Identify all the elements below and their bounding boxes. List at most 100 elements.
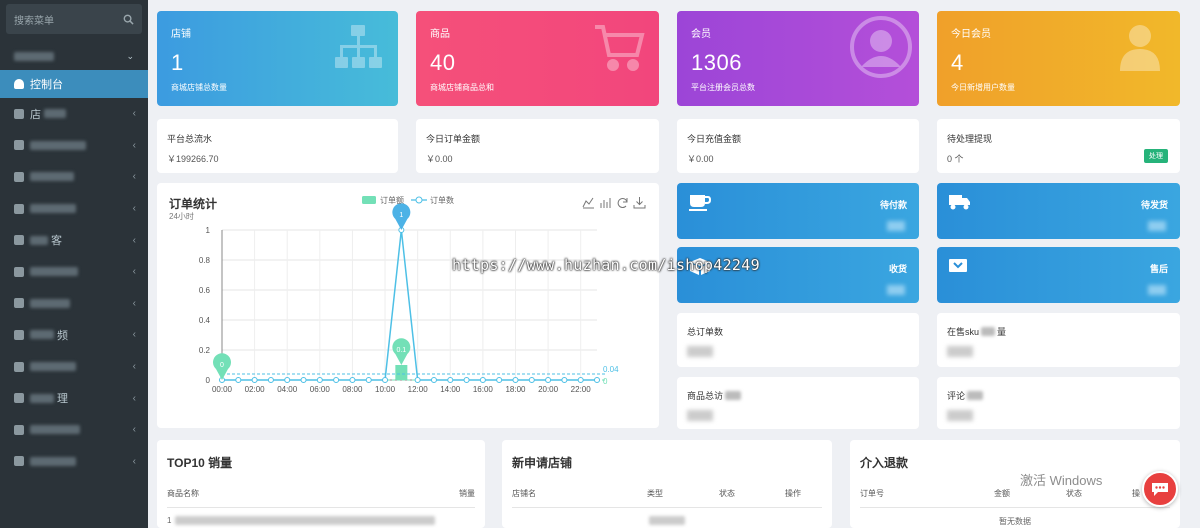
series-point [333, 377, 340, 383]
sidebar-item-6[interactable]: ‹ [0, 288, 148, 320]
sidebar-item-label [30, 140, 133, 150]
label-blurred [30, 298, 70, 308]
chat-button[interactable] [1142, 471, 1178, 507]
series-point [479, 377, 486, 383]
bar-icon[interactable] [600, 198, 611, 208]
table-row[interactable]: 1 [167, 508, 475, 525]
chevron-down-icon: ⌄ [126, 50, 134, 61]
user-icon [1120, 25, 1160, 71]
label-blurred [30, 172, 74, 182]
y-tick-label: 0.2 [199, 346, 211, 355]
label-blurred [30, 204, 76, 214]
sidebar-item-10[interactable]: ‹ [0, 414, 148, 446]
order-chart: 0 0.2 0.4 0.6 0.8 1 00:00 02:00 04:00 06:00 08:00 1… [199, 195, 646, 394]
sidebar-item-label: 店 [30, 106, 133, 122]
sidebar-item-label [30, 267, 133, 277]
sidebar-item-4[interactable]: 客 ‹ [0, 224, 148, 256]
tile-label: 售后 [1149, 264, 1168, 274]
sidebar-item-label [30, 172, 133, 182]
col-header: 商品名称 [167, 489, 199, 498]
process-button[interactable]: 处理 [1144, 149, 1168, 163]
legend-label: 订单数 [430, 195, 454, 205]
shop-icon [14, 108, 24, 119]
user-circle-icon [850, 16, 912, 78]
search-icon[interactable] [123, 14, 134, 25]
info-value: ￥0.00 [426, 154, 453, 164]
sidebar-item-label [30, 204, 133, 214]
chevron-left-icon: ‹ [132, 297, 136, 309]
search-input[interactable]: 搜索菜单 [14, 12, 123, 27]
sidebar-item-0[interactable]: 店 ‹ [0, 98, 148, 130]
series-point [447, 377, 454, 383]
sidebar-item-8[interactable]: ‹ [0, 351, 148, 383]
refresh-icon[interactable] [617, 198, 628, 209]
series-point [594, 377, 600, 383]
stat-desc: 商城店铺总数量 [171, 83, 227, 92]
sidebar-item-3[interactable]: ‹ [0, 193, 148, 225]
chevron-left-icon: ‹ [132, 203, 136, 215]
label-blurred [30, 330, 54, 340]
tile-count-blurred [1148, 285, 1166, 295]
table-title: 新申请店铺 [512, 456, 573, 470]
tile-pending-ship[interactable]: 待发货 [937, 183, 1180, 239]
stat-card-products: 商品 40 商城店铺商品总和 [416, 11, 659, 106]
chevron-left-icon: ‹ [132, 234, 136, 246]
sidebar-item-5[interactable]: ‹ [0, 256, 148, 288]
chevron-left-icon: ‹ [132, 392, 136, 404]
sidebar-item-label: 频 [30, 327, 133, 343]
info-title: 今日充值金额 [687, 134, 742, 144]
series-point [577, 377, 584, 383]
refund-icon [949, 259, 967, 272]
marker-pin: 0.1 [392, 338, 411, 365]
sidebar-item-label: 控制台 [30, 79, 63, 91]
tile-label: 待发货 [1140, 200, 1168, 210]
tile-label: 收货 [888, 264, 907, 274]
sidebar-item-1[interactable]: ‹ [0, 130, 148, 162]
info-value: ￥0.00 [687, 154, 714, 164]
avg-label: 0.04 [603, 365, 619, 374]
sidebar-item-11[interactable]: ‹ [0, 446, 148, 478]
sidebar-item-dashboard[interactable]: 控制台 [0, 70, 148, 98]
label-text: 店 [30, 108, 41, 121]
sidebar-user[interactable]: ⌄ [0, 42, 148, 70]
user-name-blurred [14, 51, 54, 61]
label-blurred [30, 267, 78, 277]
y-tick-label: 0.8 [199, 256, 211, 265]
tile-count-blurred [887, 221, 905, 231]
marker-pin: 1 [392, 203, 411, 230]
sidebar-item-2[interactable]: ‹ [0, 161, 148, 193]
legend-swatch-amount [362, 196, 376, 204]
tag-icon [14, 171, 24, 182]
sidebar-item-9[interactable]: 理 ‹ [0, 382, 148, 414]
count-card-sku: 在售sku 量 [937, 313, 1180, 367]
count-card-total-orders: 总订单数 [677, 313, 919, 367]
sidebar-item-7[interactable]: 频 ‹ [0, 319, 148, 351]
tile-after-sales[interactable]: 售后 [937, 247, 1180, 303]
count-title-blurred [725, 391, 742, 400]
sidebar-search[interactable]: 搜索菜单 [6, 4, 142, 34]
table-new-shops: 新申请店铺 店铺名 类型 状态 操作 [502, 440, 832, 528]
x-tick-label: 10:00 [375, 385, 396, 394]
download-icon[interactable] [633, 197, 646, 209]
x-tick-label: 18:00 [505, 385, 526, 394]
line-icon[interactable] [582, 197, 594, 209]
info-card-today-order-amount: 今日订单金额 ￥0.00 [416, 119, 659, 173]
tile-pending-payment[interactable]: 待付款 [677, 183, 919, 239]
series-point [316, 377, 323, 383]
count-title-text: 评论 [947, 391, 966, 401]
col-header: 金额 [994, 489, 1010, 498]
info-card-today-recharge: 今日充值金额 ￥0.00 [677, 119, 919, 173]
series-point [561, 377, 568, 383]
table-header: 店铺名 类型 状态 操作 [512, 488, 822, 508]
col-header: 状态 [1066, 489, 1082, 498]
tile-count-blurred [1148, 221, 1166, 231]
x-tick-label: 16:00 [473, 385, 494, 394]
table-row[interactable] [512, 508, 822, 525]
series-point [545, 377, 552, 383]
count-title: 评论 [947, 389, 1170, 402]
info-card-pending-withdraw: 待处理提现 0 个 处理 [937, 119, 1180, 173]
label-text: 客 [51, 235, 62, 248]
legend-swatch-count-dot [415, 196, 423, 204]
video-icon [14, 329, 24, 340]
col-header: 类型 [647, 489, 663, 498]
